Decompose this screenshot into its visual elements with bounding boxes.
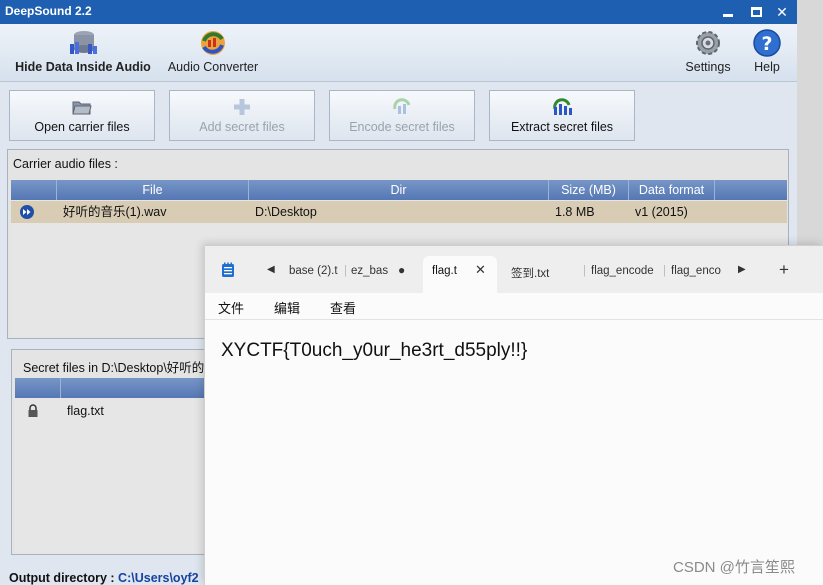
database-music-icon [70, 31, 97, 54]
secret-files-panel: Secret files in D:\Desktop\好听的 flag.txt [11, 349, 222, 555]
carrier-table-header: File Dir Size (MB) Data format [11, 180, 787, 200]
tab-ez-bas[interactable]: ez_bas [351, 265, 388, 277]
column-header-format[interactable]: Data format [629, 180, 715, 200]
column-header-dir[interactable]: Dir [249, 180, 549, 200]
gear-icon [696, 31, 720, 55]
minimize-button[interactable] [718, 2, 738, 22]
scroll-tabs-left-icon[interactable]: ◀ [267, 264, 275, 275]
tab-separator: | [663, 265, 666, 277]
audio-converter-label: Audio Converter [167, 60, 259, 74]
secret-files-label: Secret files in D:\Desktop\好听的 [23, 361, 205, 375]
audio-converter-button[interactable]: Audio Converter [162, 28, 264, 74]
title-bar[interactable]: DeepSound 2.2 ✕ [0, 0, 797, 24]
secret-column-icon[interactable] [15, 378, 61, 398]
carrier-file-name: 好听的音乐(1).wav [63, 205, 167, 219]
secret-table-header [15, 378, 222, 398]
carrier-file-format: v1 (2015) [635, 205, 688, 219]
tab-separator: | [583, 265, 586, 277]
menu-file[interactable]: 文件 [218, 298, 244, 317]
tab-base-2[interactable]: base (2).t [289, 265, 338, 277]
menu-view[interactable]: 查看 [330, 298, 356, 317]
carrier-file-dir: D:\Desktop [255, 205, 317, 219]
settings-button[interactable]: Settings [681, 28, 735, 74]
close-button[interactable]: ✕ [772, 2, 792, 22]
lock-icon [27, 400, 39, 422]
column-header-size[interactable]: Size (MB) [549, 180, 629, 200]
table-row[interactable]: 好听的音乐(1).wav D:\Desktop 1.8 MB v1 (2015) [11, 201, 787, 223]
encode-secret-files-button[interactable]: Encode secret files [329, 90, 475, 141]
carrier-file-size: 1.8 MB [555, 205, 595, 219]
folder-icon [72, 101, 92, 115]
notepad-app-icon [222, 262, 234, 277]
hide-data-label: Hide Data Inside Audio [15, 60, 151, 74]
maximize-button[interactable] [746, 2, 766, 22]
audio-file-icon [19, 201, 35, 223]
output-directory-path[interactable]: C:\Users\oyf2 [118, 571, 199, 585]
encode-icon [393, 98, 411, 114]
extract-secret-files-button[interactable]: Extract secret files [489, 90, 635, 141]
notepad-window: ◀ base (2).t | ez_bas ● flag.t ✕ 签到.txt … [204, 245, 823, 585]
hide-data-button[interactable]: Hide Data Inside Audio [8, 28, 158, 74]
help-button[interactable]: ? Help [744, 28, 790, 74]
settings-label: Settings [685, 60, 731, 74]
extract-secret-label: Extract secret files [510, 120, 614, 134]
tab-flag-enco[interactable]: flag_enco [671, 265, 721, 277]
menu-bar: 文件 编辑 查看 [205, 293, 823, 320]
secret-file-name: flag.txt [67, 404, 104, 418]
carrier-files-label: Carrier audio files : [13, 157, 118, 171]
convert-icon [201, 31, 225, 55]
main-toolbar: Hide Data Inside Audio Audio Converter S… [0, 24, 797, 82]
close-tab-icon[interactable]: ✕ [475, 262, 486, 278]
csdn-watermark: CSDN @竹言笙熙 [673, 559, 795, 576]
menu-edit[interactable]: 编辑 [274, 298, 300, 317]
tab-bar: ◀ base (2).t | ez_bas ● flag.t ✕ 签到.txt … [205, 246, 823, 293]
help-label: Help [754, 60, 780, 74]
document-text[interactable]: XYCTF{T0uch_y0ur_he3rt_d55ply!!} [221, 340, 527, 362]
output-directory-label: Output directory : [9, 571, 115, 585]
column-header-icon[interactable] [11, 180, 57, 200]
window-title: DeepSound 2.2 [5, 4, 92, 18]
open-carrier-files-button[interactable]: Open carrier files [9, 90, 155, 141]
new-tab-button[interactable]: + [779, 260, 789, 280]
close-icon: ✕ [776, 4, 788, 20]
encode-secret-label: Encode secret files [349, 120, 455, 134]
column-header-spacer [715, 180, 787, 200]
output-directory: Output directory : C:\Users\oyf2 [9, 571, 199, 585]
help-icon: ? [753, 29, 781, 57]
tab-separator: | [344, 265, 347, 277]
extract-icon [553, 98, 572, 115]
table-row[interactable]: flag.txt [15, 400, 222, 422]
add-secret-label: Add secret files [199, 120, 285, 134]
open-carrier-label: Open carrier files [34, 120, 130, 134]
tab-flag-encode[interactable]: flag_encode [591, 265, 654, 277]
tab-qiandao-txt[interactable]: 签到.txt [511, 265, 549, 281]
maximize-icon [750, 7, 762, 17]
add-secret-files-button[interactable]: Add secret files [169, 90, 315, 141]
secret-files-table[interactable]: flag.txt [15, 378, 222, 553]
unsaved-dot-icon: ● [398, 263, 406, 277]
plus-icon [234, 99, 250, 115]
tab-flag-txt-label: flag.t [432, 265, 457, 277]
secret-column-file[interactable] [61, 378, 222, 398]
tab-flag-txt-active[interactable]: flag.t ✕ [423, 256, 497, 293]
minimize-icon [723, 14, 733, 17]
svg-text:?: ? [761, 33, 772, 55]
column-header-file[interactable]: File [57, 180, 249, 200]
scroll-tabs-right-icon[interactable]: ▶ [738, 264, 746, 275]
